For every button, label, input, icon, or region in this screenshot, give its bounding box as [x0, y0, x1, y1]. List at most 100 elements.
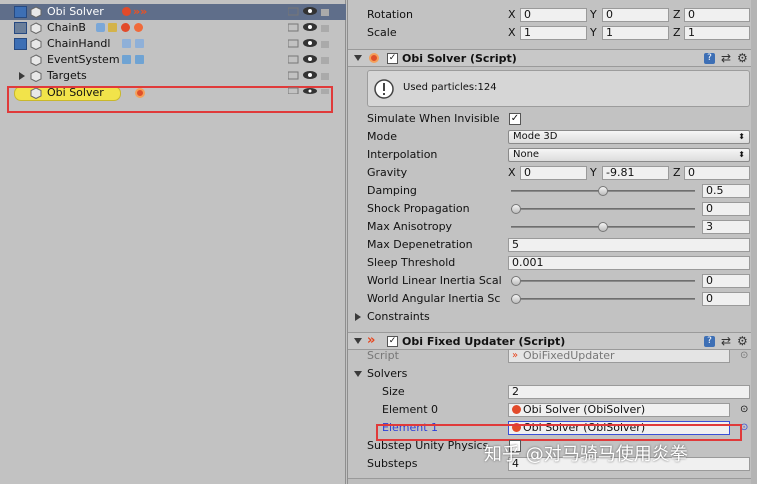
inspector-scrollbar[interactable]: [751, 0, 757, 484]
mode-dropdown[interactable]: Mode 3D ⬍: [508, 130, 750, 144]
preset-icon[interactable]: ⇄: [721, 52, 732, 64]
help-book-icon[interactable]: ?: [704, 336, 715, 347]
rotation-z-field[interactable]: 0: [684, 8, 750, 22]
max-anisotropy-field[interactable]: 3: [702, 220, 750, 234]
world-angular-inertia-label: World Angular Inertia Sc: [367, 292, 501, 305]
object-picker-icon[interactable]: ⊙: [740, 404, 748, 415]
gameobject-icon: [30, 54, 42, 66]
scale-y-field[interactable]: 1: [602, 26, 669, 40]
prefab-icon: [14, 22, 27, 34]
info-helpbox: Used particles:124: [367, 70, 750, 107]
script-label: Script: [367, 349, 399, 362]
settings-gear-icon[interactable]: ⚙: [737, 335, 748, 347]
max-depenetration-field[interactable]: 5: [508, 238, 750, 252]
wang-slider-thumb[interactable]: [511, 294, 521, 304]
rope-icon: [108, 23, 117, 32]
shock-slider-thumb[interactable]: [511, 204, 521, 214]
constraints-foldout[interactable]: Constraints: [367, 310, 430, 324]
component-title: Obi Solver (Script): [402, 52, 517, 65]
hierarchy-item-label: Targets: [47, 69, 87, 82]
visibility-icons: [287, 7, 329, 95]
solvers-fold-icon[interactable]: [354, 371, 362, 377]
obi-updater-icon: »: [367, 333, 376, 348]
world-linear-inertia-field[interactable]: 0: [702, 274, 750, 288]
mode-label: Mode: [367, 130, 397, 143]
gameobject-icon: [30, 38, 42, 50]
info-icon: [374, 79, 394, 99]
expand-arrow-icon[interactable]: [19, 72, 25, 80]
help-text: Used particles:124: [403, 82, 497, 93]
obi-icon: »»: [133, 5, 148, 18]
gravity-z-field[interactable]: 0: [684, 166, 750, 180]
dropdown-arrow-icon: ⬍: [738, 132, 745, 141]
wlin-slider-thumb[interactable]: [511, 276, 521, 286]
axis-y-label: Y: [590, 26, 597, 39]
anisotropy-slider-thumb[interactable]: [598, 222, 608, 232]
gameobject-icon: [30, 22, 42, 34]
damping-slider-thumb[interactable]: [598, 186, 608, 196]
mode-value: Mode 3D: [513, 131, 558, 142]
solver-gear-icon: [512, 405, 521, 414]
dropdown-arrow-icon: ⬍: [738, 150, 745, 159]
hierarchy-item-label: EventSystem: [47, 53, 120, 66]
obi-solver-component-header[interactable]: ✓ Obi Solver (Script) ? ⇄ ⚙: [348, 49, 752, 67]
scale-x-field[interactable]: 1: [520, 26, 587, 40]
sleep-threshold-field[interactable]: 0.001: [508, 256, 750, 270]
rotation-x-field[interactable]: 0: [520, 8, 587, 22]
wlin-slider-track[interactable]: [511, 280, 695, 282]
max-anisotropy-label: Max Anisotropy: [367, 220, 453, 233]
obi-solver-gear-icon: [369, 53, 379, 63]
shock-propagation-label: Shock Propagation: [367, 202, 470, 215]
shock-propagation-field[interactable]: 0: [702, 202, 750, 216]
fold-arrow-icon[interactable]: [354, 55, 362, 61]
visibility-column: [287, 6, 332, 97]
script-value: ObiFixedUpdater: [523, 349, 615, 362]
interpolation-value: None: [513, 149, 540, 160]
fold-arrow-icon[interactable]: [354, 338, 362, 344]
element-0-value: Obi Solver (ObiSolver): [523, 403, 646, 416]
hierarchy-item-label: ChainHandl: [47, 37, 111, 50]
constraints-fold-icon[interactable]: [355, 313, 361, 321]
rotation-y-field[interactable]: 0: [602, 8, 669, 22]
solvers-foldout[interactable]: Solvers: [367, 367, 407, 381]
world-linear-inertia-label: World Linear Inertia Scal: [367, 274, 502, 287]
axis-x-label: X: [508, 166, 516, 179]
axis-z-label: Z: [673, 8, 681, 21]
simulate-invisible-label: Simulate When Invisible: [367, 112, 500, 125]
interpolation-dropdown[interactable]: None ⬍: [508, 148, 750, 162]
axis-y-label: Y: [590, 166, 597, 179]
help-book-icon[interactable]: ?: [704, 53, 715, 64]
element-0-label: Element 0: [382, 403, 439, 416]
interpolation-label: Interpolation: [367, 148, 438, 161]
scale-z-field[interactable]: 1: [684, 26, 750, 40]
script-icon: [135, 39, 144, 48]
enabled-checkbox[interactable]: ✓: [387, 53, 398, 64]
world-angular-inertia-field[interactable]: 0: [702, 292, 750, 306]
max-depenetration-label: Max Depenetration: [367, 238, 473, 251]
preset-icon[interactable]: ⇄: [721, 335, 732, 347]
gravity-x-field[interactable]: 0: [520, 166, 587, 180]
prefab-icon: [14, 38, 27, 50]
damping-field[interactable]: 0.5: [702, 184, 750, 198]
simulate-invisible-checkbox[interactable]: ✓: [509, 113, 521, 125]
shock-slider-track[interactable]: [511, 208, 695, 210]
obi-fixed-updater-header[interactable]: » ✓ Obi Fixed Updater (Script) ? ⇄ ⚙: [348, 332, 752, 350]
gravity-y-field[interactable]: -9.81: [602, 166, 669, 180]
enabled-checkbox[interactable]: ✓: [387, 336, 398, 347]
component-gear-icon: [122, 7, 131, 16]
script-field: » ObiFixedUpdater: [508, 349, 730, 363]
axis-x-label: X: [508, 26, 516, 39]
wang-slider-track[interactable]: [511, 298, 695, 300]
gameobject-icon: [30, 6, 42, 18]
scale-label: Scale: [367, 26, 397, 39]
inspector-panel: Rotation X 0 Y 0 Z 0 Scale X 1 Y 1 Z 1 ✓…: [347, 0, 757, 484]
watermark-text: 知乎 @对马骑马使用炎拳: [484, 444, 688, 465]
prefab-icon: [14, 6, 27, 18]
settings-gear-icon[interactable]: ⚙: [737, 52, 748, 64]
particle-icon: [134, 23, 143, 32]
unity-editor: Obi Solver »» ChainB ChainHandl EventSys…: [0, 0, 757, 484]
size-field[interactable]: 2: [508, 385, 750, 399]
element-0-field[interactable]: Obi Solver (ObiSolver): [508, 403, 730, 417]
script-icon: [122, 39, 131, 48]
component-title: Obi Fixed Updater (Script): [402, 335, 566, 348]
